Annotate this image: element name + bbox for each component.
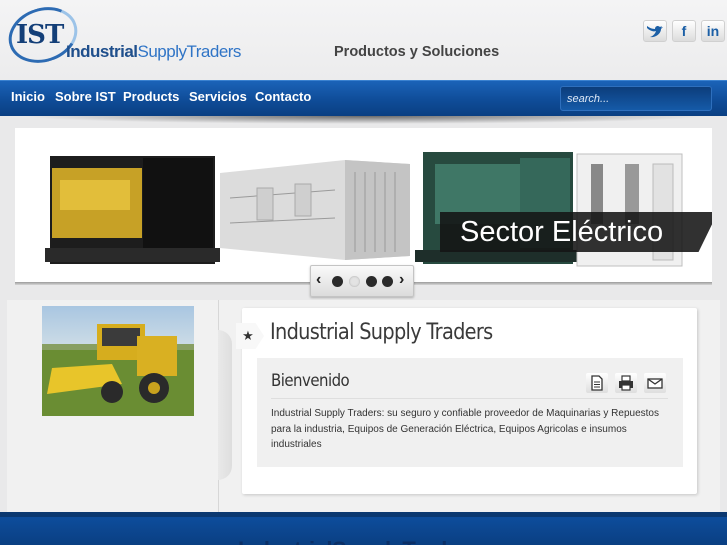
logo-wordmark: IndustrialSupplyTraders — [66, 42, 241, 62]
print-icon[interactable] — [615, 373, 637, 393]
pdf-icon[interactable] — [586, 373, 608, 393]
slider-dot-3[interactable] — [366, 276, 377, 287]
slider-prev-icon[interactable]: ‹ — [316, 271, 321, 289]
logo-word-2: SupplyTraders — [137, 42, 242, 61]
hero-slider: Sector Eléctrico — [15, 128, 712, 283]
nav-item-inicio[interactable]: Inicio — [11, 89, 45, 104]
linkedin-icon[interactable]: in — [701, 20, 725, 42]
nav-item-products[interactable]: Products — [123, 89, 179, 104]
main-nav: Inicio Sobre IST Products Servicios Cont… — [0, 80, 727, 116]
slide-caption: Sector Eléctrico — [440, 212, 712, 252]
nav-shadow — [20, 116, 710, 124]
sidebar-arc — [218, 330, 232, 480]
linkedin-glyph: in — [706, 23, 720, 39]
facebook-glyph: f — [681, 23, 687, 39]
printer-shape — [619, 375, 633, 391]
slider-dot-4[interactable] — [382, 276, 393, 287]
twitter-icon[interactable] — [643, 20, 667, 42]
slider-dot-1[interactable] — [332, 276, 343, 287]
footer-logo-text: IndustrialSupplyTraders — [238, 537, 479, 545]
logo-word-1: Industrial — [66, 42, 138, 61]
harvester-image — [42, 306, 194, 416]
slider-controls: ‹ › — [310, 265, 414, 297]
slider-dot-2[interactable] — [349, 276, 360, 287]
site-tagline: Productos y Soluciones — [334, 44, 500, 60]
article-divider — [271, 398, 668, 399]
email-icon[interactable] — [644, 373, 666, 393]
article-heading: Bienvenido — [271, 371, 350, 391]
article-body: Industrial Supply Traders: su seguro y c… — [271, 408, 659, 450]
nav-item-servicios[interactable]: Servicios — [189, 89, 247, 104]
twitter-bird-shape — [647, 25, 663, 38]
nav-item-sobre-ist[interactable]: Sobre IST — [55, 89, 116, 104]
harvester-illustration — [42, 324, 194, 416]
search-input[interactable] — [560, 86, 712, 111]
generators-image — [45, 152, 683, 267]
site-logo[interactable]: IST IndustrialSupplyTraders — [1, 0, 241, 72]
pdf-document-shape — [591, 375, 603, 391]
logo-mark: IST — [16, 20, 64, 50]
page-title: Industrial Supply Traders — [270, 320, 493, 345]
footer-bar: IndustrialSupplyTraders — [0, 512, 727, 545]
envelope-shape — [647, 378, 663, 389]
nav-item-contacto[interactable]: Contacto — [255, 89, 311, 104]
slider-next-icon[interactable]: › — [399, 271, 404, 289]
facebook-icon[interactable]: f — [672, 20, 696, 42]
